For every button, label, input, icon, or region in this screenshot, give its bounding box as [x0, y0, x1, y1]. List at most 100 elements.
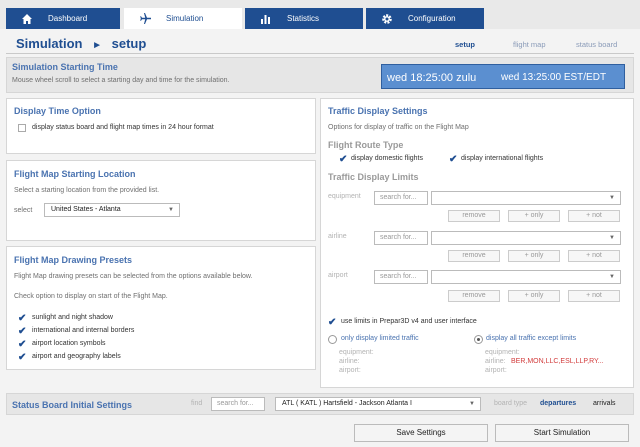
- arrivals-toggle[interactable]: arrivals: [593, 400, 616, 407]
- 24-hour-label: display status board and flight map time…: [32, 124, 214, 131]
- equipment-only-button[interactable]: + only: [508, 210, 560, 222]
- airport-symbols-label: airport location symbols: [32, 340, 106, 347]
- presets-heading: Flight Map Drawing Presets: [14, 255, 133, 265]
- title-arrow-icon: ►: [92, 40, 102, 51]
- starting-location-select[interactable]: United States - Atlanta ▼: [44, 203, 180, 217]
- international-label: display international flights: [461, 155, 544, 162]
- left-equipment-label: equipment:: [339, 349, 374, 356]
- time-display[interactable]: wed 18:25:00 zulu wed 13:25:00 EST/EDT: [381, 64, 625, 89]
- left-airline-label: airline:: [339, 358, 360, 365]
- nav-setup[interactable]: setup: [455, 40, 475, 49]
- airport-label: airport: [328, 272, 348, 279]
- nav-status-board[interactable]: status board: [576, 40, 617, 49]
- airline-search-input[interactable]: search for...: [374, 231, 428, 245]
- display-time-panel: Display Time Option display status board…: [6, 98, 316, 154]
- chevron-down-icon: ▼: [168, 207, 174, 213]
- right-airline-label: airline:: [485, 358, 506, 365]
- starting-location-value: United States - Atlanta: [51, 206, 121, 213]
- gear-icon: [380, 12, 394, 26]
- airport-symbols-checkbox[interactable]: ✔: [18, 340, 26, 350]
- only-limited-label: only display limited traffic: [341, 335, 419, 342]
- equipment-label: equipment: [328, 193, 361, 200]
- chevron-down-icon: ▼: [609, 235, 615, 241]
- borders-checkbox[interactable]: ✔: [18, 327, 26, 337]
- nav-flight-map[interactable]: flight map: [513, 40, 546, 49]
- sunlight-label: sunlight and night shadow: [32, 314, 113, 321]
- tab-configuration-label: Configuration: [408, 14, 456, 23]
- status-board-panel: Status Board Initial Settings find searc…: [6, 393, 634, 415]
- status-board-search-placeholder: search for...: [217, 400, 254, 407]
- tab-statistics-label: Statistics: [287, 14, 320, 23]
- equipment-remove-button[interactable]: remove: [448, 210, 500, 222]
- tab-dashboard[interactable]: Dashboard: [6, 8, 120, 29]
- only-limited-radio[interactable]: [328, 335, 337, 344]
- start-time-heading: Simulation Starting Time: [12, 62, 118, 72]
- find-label: find: [191, 400, 203, 407]
- display-time-heading: Display Time Option: [14, 106, 101, 116]
- airline-only-button[interactable]: + only: [508, 250, 560, 262]
- use-limits-checkbox[interactable]: ✔: [328, 318, 336, 328]
- page-title: Simulation ► setup: [16, 36, 146, 51]
- divider: [6, 53, 634, 54]
- airport-search-input[interactable]: search for...: [374, 270, 428, 284]
- starting-location-panel: Flight Map Starting Location Select a st…: [6, 160, 316, 241]
- airport-remove-button[interactable]: remove: [448, 290, 500, 302]
- title-subsection: setup: [111, 36, 147, 51]
- sunlight-checkbox[interactable]: ✔: [18, 314, 26, 324]
- borders-label: international and internal borders: [32, 327, 135, 334]
- save-settings-button[interactable]: Save Settings: [354, 424, 488, 442]
- select-label: select: [14, 207, 33, 214]
- traffic-panel: Traffic Display Settings Options for dis…: [320, 98, 634, 388]
- title-section: Simulation: [16, 36, 83, 51]
- airport-search-placeholder: search for...: [380, 273, 417, 280]
- zulu-time[interactable]: wed 18:25:00 zulu: [387, 72, 476, 84]
- traffic-help: Options for display of traffic on the Fl…: [328, 124, 469, 131]
- presets-help-2: Check option to display on start of the …: [14, 293, 168, 300]
- airline-remove-button[interactable]: remove: [448, 250, 500, 262]
- tab-dashboard-label: Dashboard: [48, 14, 88, 23]
- airline-values: BER,MON,LLC,ESL,LLP,RY...: [511, 358, 604, 365]
- airline-select[interactable]: ▼: [431, 231, 621, 245]
- status-board-heading: Status Board Initial Settings: [12, 400, 133, 410]
- international-checkbox[interactable]: ✔: [449, 155, 457, 165]
- equipment-not-button[interactable]: + not: [568, 210, 620, 222]
- all-except-radio[interactable]: [474, 335, 483, 344]
- limits-heading: Traffic Display Limits: [328, 172, 419, 182]
- chevron-down-icon: ▼: [469, 401, 475, 407]
- 24-hour-checkbox[interactable]: [18, 124, 26, 132]
- domestic-label: display domestic flights: [351, 155, 423, 162]
- traffic-heading: Traffic Display Settings: [328, 106, 428, 116]
- right-equipment-label: equipment:: [485, 349, 520, 356]
- labels-checkbox[interactable]: ✔: [18, 353, 26, 363]
- tab-simulation[interactable]: Simulation: [124, 8, 242, 29]
- airplane-icon: [138, 12, 152, 26]
- domestic-checkbox[interactable]: ✔: [339, 155, 347, 165]
- route-type-heading: Flight Route Type: [328, 140, 404, 150]
- start-simulation-button[interactable]: Start Simulation: [495, 424, 629, 442]
- tab-statistics[interactable]: Statistics: [245, 8, 363, 29]
- equipment-search-input[interactable]: search for...: [374, 191, 428, 205]
- local-time[interactable]: wed 13:25:00 EST/EDT: [501, 72, 606, 83]
- chevron-down-icon: ▼: [609, 274, 615, 280]
- right-airport-label: airport:: [485, 367, 507, 374]
- home-icon: [20, 12, 34, 26]
- starting-location-help: Select a starting location from the prov…: [14, 187, 160, 194]
- status-board-airport-select[interactable]: ATL ( KATL ) Hartsfield - Jackson Atlant…: [275, 397, 481, 411]
- left-airport-label: airport:: [339, 367, 361, 374]
- airline-not-button[interactable]: + not: [568, 250, 620, 262]
- departures-toggle[interactable]: departures: [540, 400, 576, 407]
- airport-only-button[interactable]: + only: [508, 290, 560, 302]
- start-time-help: Mouse wheel scroll to select a starting …: [12, 77, 230, 84]
- equipment-search-placeholder: search for...: [380, 194, 417, 201]
- tab-configuration[interactable]: Configuration: [366, 8, 484, 29]
- status-board-airport-value: ATL ( KATL ) Hartsfield - Jackson Atlant…: [282, 400, 412, 407]
- presets-panel: Flight Map Drawing Presets Flight Map dr…: [6, 246, 316, 370]
- airline-label: airline: [328, 233, 347, 240]
- labels-label: airport and geography labels: [32, 353, 121, 360]
- tab-bar: Dashboard Simulation Statistics Configur…: [0, 0, 640, 29]
- equipment-select[interactable]: ▼: [431, 191, 621, 205]
- airport-not-button[interactable]: + not: [568, 290, 620, 302]
- presets-help-1: Flight Map drawing presets can be select…: [14, 273, 253, 280]
- status-board-search-input[interactable]: search for...: [211, 397, 265, 411]
- airport-select[interactable]: ▼: [431, 270, 621, 284]
